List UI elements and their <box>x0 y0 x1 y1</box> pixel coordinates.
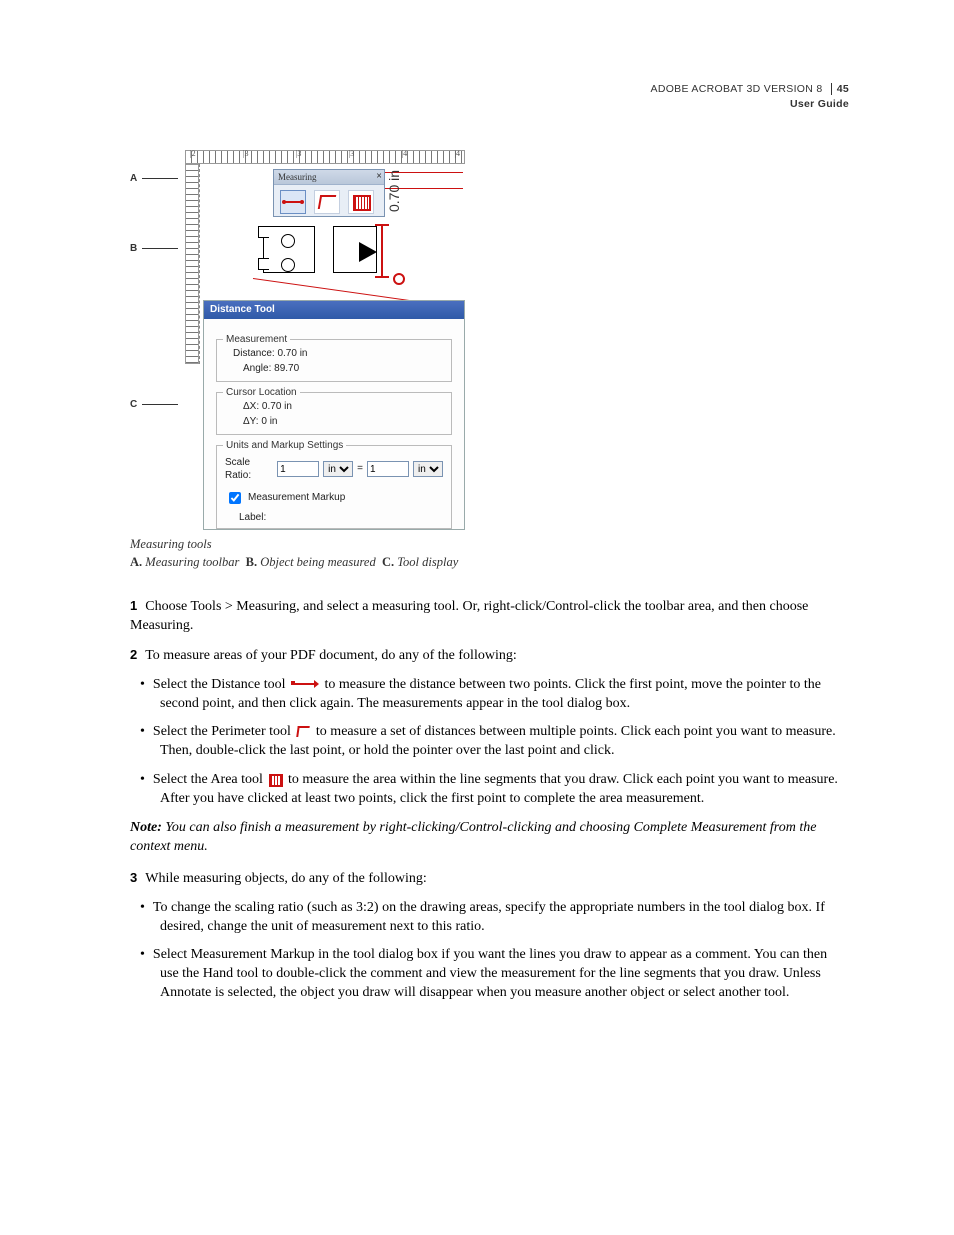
step-3: 3While measuring objects, do any of the … <box>130 869 849 889</box>
area-tool-button[interactable] <box>348 190 374 214</box>
area-icon <box>268 773 282 787</box>
figure-caption: Measuring tools A. Measuring toolbar B. … <box>130 536 849 571</box>
caption-title: Measuring tools <box>130 536 849 554</box>
perimeter-icon <box>318 195 336 209</box>
header-product: ADOBE ACROBAT 3D VERSION 8 <box>651 82 823 96</box>
scale-right-unit-select[interactable]: in <box>413 461 443 477</box>
ruler-guide <box>199 164 200 364</box>
equals-label: = <box>357 462 363 476</box>
distance-tool-button[interactable] <box>280 190 306 214</box>
perimeter-icon <box>296 725 310 739</box>
measurement-group: Measurement Distance: 0.70 in Angle: 89.… <box>216 339 452 382</box>
note: Note: You can also finish a measurement … <box>130 819 849 857</box>
scale-right-input[interactable] <box>367 461 409 477</box>
step-3a: To change the scaling ratio (such as 3:2… <box>148 899 849 937</box>
page: ADOBE ACROBAT 3D VERSION 8 45 User Guide… <box>0 0 954 1235</box>
tool-display-panel: Distance Tool Measurement Distance: 0.70… <box>203 300 465 530</box>
step-2: 2To measure areas of your PDF document, … <box>130 646 849 666</box>
step-2c: Select the Area tool to measure the area… <box>148 771 849 809</box>
object-hole <box>281 234 295 248</box>
scale-left-input[interactable] <box>277 461 319 477</box>
body-text: 1Choose Tools > Measuring, and select a … <box>130 597 849 1003</box>
callout-a: A <box>130 172 137 186</box>
cursor-location-group: Cursor Location ΔX: 0.70 in ΔY: 0 in <box>216 392 452 435</box>
measurement-markup-checkbox[interactable] <box>229 492 241 504</box>
scale-left-unit-select[interactable]: in <box>323 461 353 477</box>
group-legend: Units and Markup Settings <box>223 439 346 453</box>
area-icon <box>353 195 371 211</box>
distance-icon <box>291 679 319 689</box>
page-header: ADOBE ACROBAT 3D VERSION 8 45 User Guide <box>651 82 849 111</box>
callout-c: C <box>130 398 137 412</box>
dimension-cap <box>375 224 389 226</box>
toolbar-title-bar[interactable]: Measuring × <box>274 170 384 185</box>
step-2b: Select the Perimeter tool to measure a s… <box>148 723 849 761</box>
perimeter-tool-button[interactable] <box>314 190 340 214</box>
header-subtitle: User Guide <box>651 97 849 111</box>
object-arrow <box>359 242 377 262</box>
group-legend: Measurement <box>223 333 290 347</box>
callout-b: B <box>130 242 137 256</box>
group-legend: Cursor Location <box>223 386 300 400</box>
object-hole <box>281 258 295 272</box>
dimension-label: 0.70 in <box>385 170 404 212</box>
step-1: 1Choose Tools > Measuring, and select a … <box>130 597 849 636</box>
object-tab <box>258 226 269 238</box>
close-icon[interactable]: × <box>376 170 382 184</box>
toolbar-title: Measuring <box>278 172 317 182</box>
measuring-toolbar[interactable]: Measuring × <box>273 169 385 217</box>
drawing-canvas: Measuring × <box>203 164 465 300</box>
object-tab <box>258 258 269 270</box>
step-3b: Select Measurement Markup in the tool di… <box>148 946 849 1003</box>
page-number: 45 <box>831 83 849 95</box>
distance-icon <box>283 201 303 203</box>
ruler-horizontal: |2|3|3|3|4|4 <box>185 150 465 164</box>
label-field-label: Label: <box>239 512 266 523</box>
ruler-vertical <box>185 164 199 364</box>
dimension-line <box>381 226 383 276</box>
measurement-markup-label: Measurement Markup <box>248 491 345 505</box>
panel-title: Distance Tool <box>204 301 464 319</box>
step-2a: Select the Distance tool to measure the … <box>148 676 849 714</box>
units-markup-group: Units and Markup Settings Scale Ratio: i… <box>216 445 452 530</box>
figure: A B C |2|3|3|3|4|4 Measuring × <box>130 150 849 571</box>
scale-ratio-label: Scale Ratio: <box>225 456 273 483</box>
